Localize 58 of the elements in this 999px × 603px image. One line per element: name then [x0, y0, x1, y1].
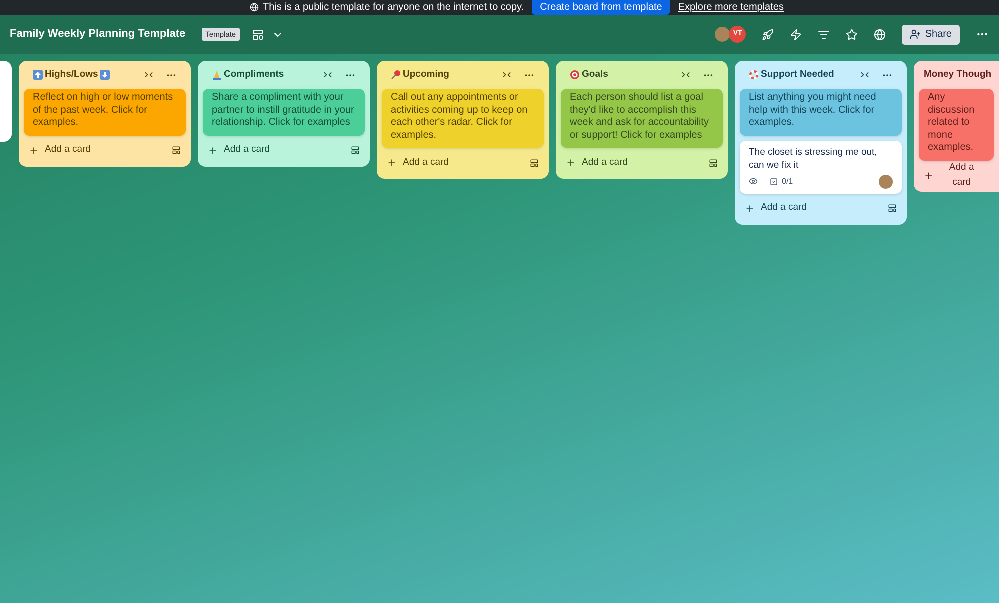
checklist-count: 0/1	[782, 176, 794, 188]
add-card-button[interactable]: Add a card	[387, 156, 449, 170]
card-text: The closet is stressing me out, can we fix it	[749, 146, 878, 172]
lifebuoy-icon	[749, 70, 759, 80]
board-title[interactable]: Family Weekly Planning Template	[10, 26, 186, 43]
arrow-up-icon	[33, 70, 43, 80]
list-title[interactable]: Support Needed	[761, 68, 834, 82]
card[interactable]: Reflect on high or low moments of the past week. Click for examples.	[24, 89, 186, 136]
collapse-icon[interactable]	[323, 70, 333, 80]
add-card-button[interactable]: Add a card	[29, 143, 91, 158]
plus-icon	[566, 158, 576, 168]
add-card-button[interactable]: Add a card	[924, 161, 984, 190]
card[interactable]: The closet is stressing me out, can we fix it 0/1	[740, 140, 902, 194]
add-card-button[interactable]: Add a card	[208, 143, 270, 158]
banner-message: This is a public template for anyone on the internet to copy.	[263, 1, 524, 15]
template-icon[interactable]	[530, 158, 539, 168]
plus-icon	[745, 204, 755, 214]
add-card-button[interactable]: Add a card	[566, 156, 628, 170]
checklist-icon	[770, 178, 778, 186]
collapse-icon[interactable]	[144, 70, 154, 80]
collapse-icon[interactable]	[860, 70, 870, 80]
list-title[interactable]: Money Though	[924, 68, 992, 82]
plus-icon	[924, 170, 934, 180]
plus-icon	[29, 146, 39, 156]
create-board-button[interactable]: Create board from template	[532, 0, 670, 15]
template-icon[interactable]	[709, 158, 718, 168]
add-card-button[interactable]: Add a card	[745, 201, 807, 216]
arrow-down-icon	[100, 70, 110, 80]
lightning-icon[interactable]	[790, 28, 802, 40]
plus-icon	[208, 146, 218, 156]
card[interactable]: Share a compliment with your partner to instill gratitude in your relationship. Click for examples	[203, 89, 365, 136]
template-icon[interactable]	[351, 146, 360, 155]
card[interactable]: Any discussion related to mone examples.	[919, 89, 994, 160]
star-icon[interactable]	[846, 28, 858, 40]
filter-icon[interactable]	[818, 28, 830, 40]
template-icon[interactable]	[888, 204, 897, 213]
card[interactable]: Call out any appointments or activities coming up to keep on each other's radar. Click for examples.	[382, 89, 544, 148]
globe-icon	[250, 3, 259, 12]
board-view-icon[interactable]	[252, 28, 264, 40]
add-person-icon	[910, 29, 922, 40]
list-title[interactable]: Upcoming	[403, 68, 450, 82]
list-title[interactable]: Highs/Lows	[45, 68, 98, 82]
collapse-icon[interactable]	[502, 70, 512, 80]
list-title[interactable]: Compliments	[224, 68, 284, 82]
share-button[interactable]: Share	[902, 24, 960, 44]
plus-icon	[387, 158, 397, 168]
rocket-icon[interactable]	[762, 28, 774, 40]
target-icon	[570, 70, 580, 80]
list-title[interactable]: Goals	[582, 68, 608, 82]
template-icon[interactable]	[172, 146, 181, 155]
eye-icon	[749, 177, 758, 186]
card[interactable]: List anything you might need help with this week. Click for examples.	[740, 89, 902, 136]
pin-icon	[391, 70, 401, 80]
card[interactable]: Each person should list a goal they'd like to accomplish this week and ask for accountability or support! Click for examples	[561, 89, 723, 148]
collapse-icon[interactable]	[681, 70, 691, 80]
globe-icon[interactable]	[874, 28, 886, 40]
explore-templates-link[interactable]: Explore more templates	[678, 0, 784, 15]
avatar	[879, 174, 893, 188]
